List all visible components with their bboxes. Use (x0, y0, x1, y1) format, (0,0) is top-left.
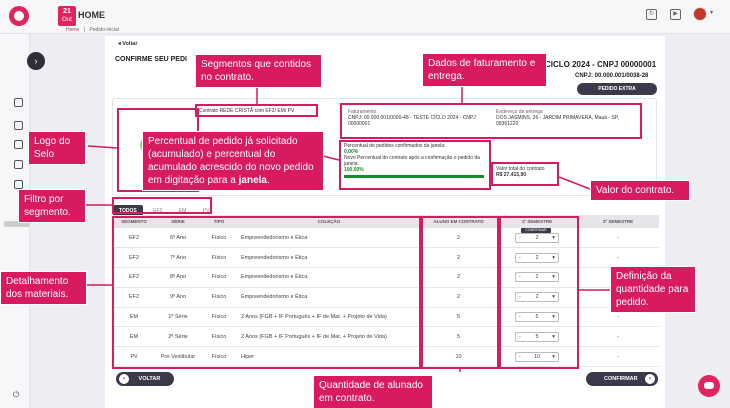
list-icon[interactable] (14, 180, 23, 189)
user-icon[interactable] (14, 121, 23, 130)
power-icon[interactable]: ⏻ (13, 390, 19, 400)
extra-order-button[interactable]: PEDIDO EXTRA (577, 83, 657, 95)
note-students: Quantidade de alunado em contrato. (313, 375, 433, 408)
highlight-total (491, 162, 559, 186)
app-logo[interactable] (9, 6, 29, 26)
chat-icon[interactable] (698, 375, 720, 397)
date-month: Out (62, 17, 72, 23)
back-label: Voltar (122, 41, 138, 47)
chevron-down-icon[interactable]: ▾ (710, 9, 713, 16)
top-bar: 21 Out HOME Home | Pedido inicial ↻ ▶ ▾ (0, 0, 730, 34)
document-icon[interactable] (14, 98, 23, 107)
highlight-segments (195, 104, 318, 117)
note-materials: Detalhamento dos materiais. (0, 271, 87, 305)
refresh-icon[interactable]: ↻ (646, 9, 657, 20)
back-button[interactable]: ‹ VOLTAR (116, 372, 174, 386)
youtube-icon[interactable]: ▶ (670, 9, 681, 20)
note-filter: Filtro por segmento. (18, 189, 86, 223)
note-quantity: Definição da quantidade para pedido. (610, 266, 696, 313)
users-icon[interactable] (14, 140, 23, 149)
page-header-title: HOME (78, 10, 105, 20)
note-logo: Logo do Selo (28, 131, 86, 165)
highlight-students (421, 216, 499, 369)
avatar[interactable] (693, 7, 707, 21)
chevron-right-icon[interactable]: › (27, 52, 45, 70)
cell-semestre-2: - (577, 346, 659, 368)
note-percentage: Percentual de pedido já solicitado (acum… (142, 131, 324, 191)
highlight-table (112, 216, 421, 369)
breadcrumb-separator: | (83, 27, 86, 33)
highlight-percentage (339, 140, 491, 190)
back-link[interactable]: ◂ Voltar (118, 41, 137, 47)
col-semestre-2: 2º SEMESTRE (577, 215, 659, 228)
note-billing: Dados de faturamento e entrega. (422, 53, 547, 87)
cell-semestre-2: - (577, 247, 659, 269)
breadcrumb-home[interactable]: Home (66, 27, 79, 33)
highlight-quantity (499, 216, 579, 369)
breadcrumb-current: Pedido inicial (89, 27, 119, 33)
cycle-title: CICLO 2024 - CNPJ 00000001 (545, 60, 657, 69)
page-title: CONFIRME SEU PEDI (115, 56, 187, 63)
highlight-billing (340, 103, 642, 139)
date-day: 21 (63, 8, 71, 15)
back-button-label: VOLTAR (138, 376, 161, 382)
cell-semestre-2: - (577, 326, 659, 348)
chevron-left-icon: ‹ (119, 373, 129, 384)
note-total: Valor do contrato. (590, 180, 690, 201)
scan-icon[interactable] (14, 160, 23, 169)
breadcrumb: Home | Pedido inicial (66, 27, 122, 33)
confirm-button-label: CONFIRMAR (604, 376, 638, 382)
highlight-tabs (112, 197, 212, 214)
cnpj-header: CNPJ: 00.000.001/0038-28 (575, 73, 649, 79)
note-percentage-text: Percentual de pedido já solicitado (acum… (148, 136, 314, 186)
cell-semestre-2: - (577, 228, 659, 249)
confirm-button[interactable]: CONFIRMAR › (586, 372, 658, 386)
chevron-right-icon: › (645, 374, 655, 384)
calendar-icon: 21 Out (58, 6, 76, 26)
note-segments: Segmentos que contidos no contrato. (195, 54, 322, 88)
note-percentage-bold: janela (238, 175, 267, 186)
note-percentage-end: . (266, 175, 270, 186)
